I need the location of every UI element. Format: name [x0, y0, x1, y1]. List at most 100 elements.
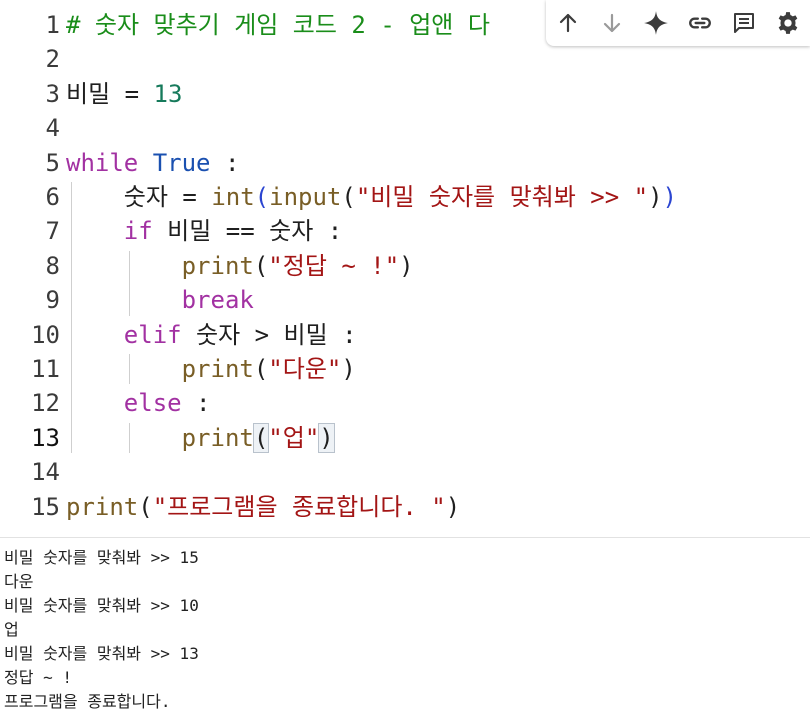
code-token: (: [138, 492, 153, 521]
code-text: print("정답 ~ !"): [66, 249, 414, 283]
code-token: ): [648, 183, 663, 211]
code-token: True: [152, 148, 211, 177]
code-text: print("다운"): [66, 352, 356, 386]
code-line[interactable]: 9 break: [0, 283, 810, 317]
line-number: 11: [31, 355, 60, 383]
code-token: ): [341, 355, 356, 383]
link-icon: [689, 17, 711, 29]
output-divider: [0, 537, 810, 538]
code-text: while True :: [66, 146, 239, 180]
code-token: break: [181, 286, 254, 315]
code-text: if 비밀 == 숫자 :: [66, 214, 342, 248]
code-token: :: [210, 148, 240, 177]
cell-output: 비밀 숫자를 맞춰봐 >> 15 다운 비밀 숫자를 맞춰봐 >> 10 업 비밀 숫자…: [4, 546, 804, 710]
line-number: 7: [45, 217, 60, 246]
gear-icon: [778, 12, 798, 34]
code-token: "업": [268, 423, 320, 452]
line-number: 5: [45, 148, 60, 177]
code-text: 비밀 = 13: [66, 77, 182, 111]
code-token: print: [181, 355, 254, 383]
code-token: print: [181, 251, 254, 280]
settings-button[interactable]: [766, 0, 810, 46]
code-text: elif 숫자 > 비밀 :: [66, 318, 357, 352]
code-text: 숫자 = int(input("비밀 숫자를 맞춰봐 >> ")): [66, 180, 677, 214]
code-token: "다운": [268, 355, 342, 383]
code-token: (: [253, 251, 269, 280]
line-number: 13: [31, 423, 60, 452]
code-text: # 숫자 맞추기 게임 코드 2 - 업앤 다: [66, 8, 490, 42]
code-token: 비밀 =: [66, 79, 154, 108]
output-line: 프로그램을 종료합니다.: [4, 692, 171, 710]
arrow-down-icon: [603, 13, 621, 33]
code-text: else :: [66, 386, 211, 420]
code-token: ): [399, 251, 414, 280]
code-editor[interactable]: 1 # 숫자 맞추기 게임 코드 2 - 업앤 다 2 3 비밀 = 13 4 5 while…: [0, 8, 810, 532]
copy-link-button[interactable]: [678, 0, 722, 46]
code-token: input: [269, 183, 342, 211]
code-line[interactable]: 14: [0, 455, 810, 489]
code-token: 숫자 =: [66, 183, 212, 211]
code-token: if: [123, 217, 153, 246]
code-line[interactable]: 11 print("다운"): [0, 352, 810, 386]
output-line: 정답 ~ !: [4, 668, 72, 687]
code-token: else: [123, 389, 182, 418]
code-line[interactable]: 10 elif 숫자 > 비밀 :: [0, 318, 810, 352]
line-number: 12: [31, 389, 60, 418]
line-number: 6: [45, 183, 60, 211]
output-line: 다운: [4, 572, 34, 591]
code-line[interactable]: 13 print("업"): [0, 421, 810, 455]
code-token: 숫자 > 비밀 :: [181, 320, 357, 349]
code-token: while: [66, 148, 139, 177]
output-line: 업: [4, 620, 19, 639]
code-token: (: [341, 183, 356, 211]
line-number: 8: [45, 251, 60, 280]
code-text: print("프로그램을 종료합니다. "): [66, 490, 460, 524]
code-token: print: [66, 492, 139, 521]
code-token: (: [252, 422, 270, 453]
move-down-button[interactable]: [590, 0, 634, 46]
code-token: "비밀 숫자를 맞춰봐 >> ": [355, 183, 649, 211]
indent-guide: [128, 354, 130, 385]
code-token: int: [211, 183, 255, 211]
code-token: (: [254, 183, 270, 211]
indent-guide: [128, 250, 130, 316]
line-number: 14: [31, 458, 60, 487]
sparkle-icon: [644, 11, 668, 35]
line-number: 3: [45, 79, 60, 108]
code-token: elif: [123, 320, 182, 349]
code-token: "프로그램을 종료합니다. ": [152, 492, 446, 521]
code-line[interactable]: 4: [0, 111, 810, 145]
line-number: 10: [31, 320, 60, 349]
line-number: 15: [31, 492, 60, 521]
indent-guide: [128, 422, 130, 454]
output-line: 비밀 숫자를 맞춰봐 >> 13: [4, 644, 199, 663]
code-line[interactable]: 8 print("정답 ~ !"): [0, 249, 810, 283]
gemini-button[interactable]: [634, 0, 678, 46]
move-up-button[interactable]: [546, 0, 590, 46]
cell-toolbar: [546, 0, 810, 46]
code-line[interactable]: 3 비밀 = 13: [0, 77, 810, 111]
code-token: ): [662, 183, 677, 211]
code-line[interactable]: 6 숫자 = int(input("비밀 숫자를 맞춰봐 >> ")): [0, 180, 810, 214]
code-line[interactable]: 15 print("프로그램을 종료합니다. "): [0, 490, 810, 524]
code-token: print: [181, 423, 254, 452]
line-number: 9: [45, 286, 60, 315]
code-token: ): [318, 422, 335, 453]
code-text: print("업"): [66, 421, 335, 455]
code-line[interactable]: 7 if 비밀 == 숫자 :: [0, 214, 810, 248]
code-token: (: [253, 355, 269, 383]
code-line[interactable]: 12 else :: [0, 386, 810, 420]
line-number: 4: [45, 114, 60, 143]
code-line[interactable]: 5 while True :: [0, 146, 810, 180]
comment-icon: [734, 13, 754, 33]
comment-button[interactable]: [722, 0, 766, 46]
line-number: 2: [45, 45, 60, 74]
arrow-up-icon: [559, 13, 577, 33]
code-line[interactable]: 2: [0, 42, 810, 76]
